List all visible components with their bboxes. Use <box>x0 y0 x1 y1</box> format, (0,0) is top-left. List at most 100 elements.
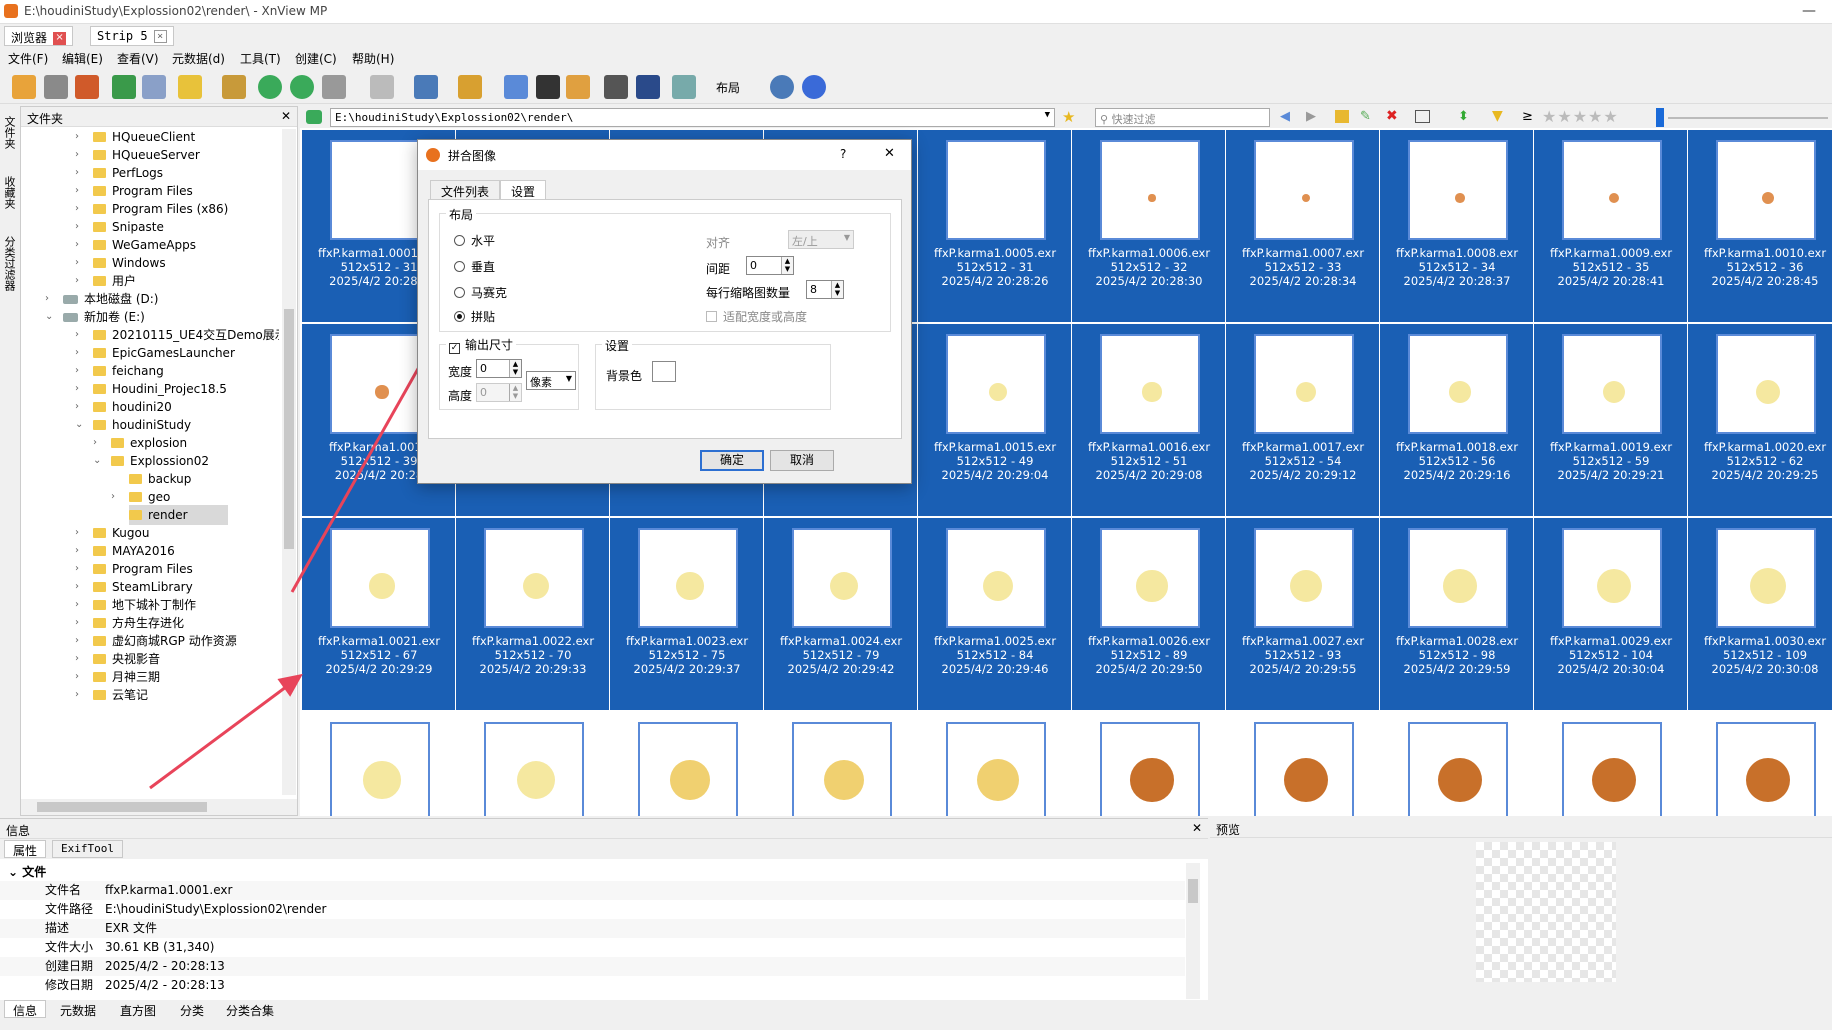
align-select[interactable]: 左/上 ▼ <box>788 230 854 249</box>
compare-icon[interactable] <box>566 75 590 99</box>
tree-item[interactable]: › HQueueClient <box>75 127 195 147</box>
view-mode-icon[interactable] <box>414 75 438 99</box>
bottom-tab-info[interactable]: 信息 <box>4 1000 47 1018</box>
thumbnail-cell[interactable]: ffxP.karma1.0023.exr 512x512 - 75 2025/4/2… <box>610 518 764 711</box>
new-folder-icon[interactable] <box>1335 110 1349 123</box>
info-scrollbar[interactable] <box>1186 863 1200 999</box>
tree-item[interactable]: › 云笔记 <box>75 685 148 705</box>
grid-view-icon[interactable] <box>1415 110 1430 123</box>
tree-item[interactable]: › Snipaste <box>75 217 164 237</box>
thumbnail-cell[interactable] <box>302 712 456 816</box>
binoculars-icon[interactable] <box>536 75 560 99</box>
height-stepper[interactable]: 0 ▲ ▼ <box>476 383 522 402</box>
tab-browser[interactable]: 浏览器 × <box>4 26 74 46</box>
rating-stars-icon[interactable]: ★★★★★ <box>1542 107 1619 126</box>
chevron-right-icon[interactable]: › <box>75 343 79 363</box>
chevron-right-icon[interactable]: › <box>75 181 79 201</box>
capture-icon[interactable] <box>504 75 528 99</box>
chevron-right-icon[interactable]: › <box>75 379 79 399</box>
zoom-slider-handle[interactable] <box>1656 108 1664 127</box>
thumbnail-cell[interactable] <box>1688 712 1832 816</box>
chevron-right-icon[interactable]: › <box>75 271 79 291</box>
minimize-button[interactable]: — <box>1786 0 1832 24</box>
tree-item[interactable]: › 虚幻商城RGP 动作资源 <box>75 631 237 651</box>
stepper-arrows-icon[interactable]: ▲ ▼ <box>509 384 521 401</box>
bottom-tab-category-sets[interactable]: 分类合集 <box>226 1002 274 1019</box>
zoom-slider-track[interactable] <box>1668 117 1828 119</box>
tree-item[interactable]: › MAYA2016 <box>75 541 175 561</box>
sort-order-icon[interactable]: ⬍ <box>1458 109 1469 124</box>
chevron-right-icon[interactable]: › <box>45 289 49 309</box>
thumbnail-cell[interactable]: ffxP.karma1.0006.exr 512x512 - 32 2025/4/2… <box>1072 130 1226 323</box>
close-icon[interactable]: ✕ <box>1192 821 1202 835</box>
ok-button[interactable]: 确定 <box>700 450 764 471</box>
chevron-right-icon[interactable]: › <box>75 577 79 597</box>
bottom-tab-histogram[interactable]: 直方图 <box>120 1002 156 1019</box>
bg-color-swatch[interactable] <box>652 361 676 382</box>
tree-item[interactable]: › WeGameApps <box>75 235 196 255</box>
chevron-right-icon[interactable]: › <box>75 667 79 687</box>
help-button[interactable]: ? <box>840 147 846 161</box>
menu-metadata[interactable]: 元数据(d) <box>172 50 225 67</box>
tree-item[interactable]: backup <box>129 469 191 489</box>
chevron-right-icon[interactable]: › <box>75 145 79 165</box>
rename-icon[interactable]: ✎ <box>1360 109 1371 124</box>
chevron-right-icon[interactable]: › <box>75 595 79 615</box>
thumbnail-cell[interactable]: ffxP.karma1.0015.exr 512x512 - 49 2025/4/2… <box>918 324 1072 517</box>
tree-hscrollbar[interactable] <box>21 799 297 815</box>
thumbnail-cell[interactable] <box>1380 712 1534 816</box>
scrollbar-thumb[interactable] <box>284 309 294 549</box>
tree-item[interactable]: › houdini20 <box>75 397 172 417</box>
sidetab-favorites[interactable]: 收藏夹 <box>3 176 17 209</box>
thumbnail-cell[interactable]: ffxP.karma1.0028.exr 512x512 - 98 2025/4/2… <box>1380 518 1534 711</box>
chevron-right-icon[interactable]: › <box>75 541 79 561</box>
radio-collage[interactable]: 拼贴 <box>454 308 495 325</box>
chevron-down-icon[interactable]: ⌄ <box>75 415 83 435</box>
chevron-right-icon[interactable]: › <box>75 649 79 669</box>
chevron-right-icon[interactable]: › <box>75 559 79 579</box>
sort-icon[interactable] <box>370 75 394 99</box>
quick-filter-input[interactable]: ⚲ 快速过滤 <box>1095 108 1270 127</box>
dialog-close-button[interactable]: ✕ <box>884 146 895 161</box>
thumbnail-cell[interactable] <box>918 712 1072 816</box>
radio-vertical[interactable]: 垂直 <box>454 258 495 275</box>
unit-select[interactable]: 像素 ▼ <box>526 371 576 390</box>
tree-item[interactable]: › 地下城补丁制作 <box>75 595 196 615</box>
thumbnail-cell[interactable]: ffxP.karma1.0005.exr 512x512 - 31 2025/4/2… <box>918 130 1072 323</box>
chevron-right-icon[interactable]: › <box>75 163 79 183</box>
close-icon[interactable]: × <box>153 30 167 43</box>
chevron-right-icon[interactable]: › <box>111 487 115 507</box>
up-arrow-icon[interactable] <box>306 110 322 124</box>
menu-edit[interactable]: 编辑(E) <box>62 50 103 67</box>
hscrollbar-thumb[interactable] <box>37 802 207 812</box>
sidetab-category-filter[interactable]: 分类过滤器 <box>3 236 17 291</box>
settings-gear-icon[interactable] <box>770 75 794 99</box>
chevron-down-icon[interactable]: ▼ <box>1045 110 1050 120</box>
scrollbar-thumb[interactable] <box>1188 879 1198 903</box>
star-icon[interactable]: ★ <box>1062 108 1075 126</box>
spacing-stepper[interactable]: 0 ▲ ▼ <box>746 256 794 275</box>
fit-checkbox[interactable]: 适配宽度或高度 <box>706 308 807 325</box>
tree-item[interactable]: › PerfLogs <box>75 163 163 183</box>
thumbnail-cell[interactable]: ffxP.karma1.0027.exr 512x512 - 93 2025/4/2… <box>1226 518 1380 711</box>
thumbnail-cell[interactable] <box>764 712 918 816</box>
menu-file[interactable]: 文件(F) <box>8 50 48 67</box>
convert-icon[interactable] <box>112 75 136 99</box>
tree-item[interactable]: › 月神三期 <box>75 667 160 687</box>
chevron-right-icon[interactable]: › <box>75 685 79 705</box>
chevron-right-icon[interactable]: › <box>75 523 79 543</box>
tab-exiftool[interactable]: ExifTool <box>52 840 123 858</box>
stepper-arrows-icon[interactable]: ▲ ▼ <box>509 360 521 377</box>
thumbnail-cell[interactable]: ffxP.karma1.0010.exr 512x512 - 36 2025/4/2… <box>1688 130 1832 323</box>
thumbnail-cell[interactable]: ffxP.karma1.0022.exr 512x512 - 70 2025/4/2… <box>456 518 610 711</box>
thumbnail-cell[interactable]: ffxP.karma1.0008.exr 512x512 - 34 2025/4/2… <box>1380 130 1534 323</box>
chevron-right-icon[interactable]: › <box>75 397 79 417</box>
thumbnail-cell[interactable]: ffxP.karma1.0029.exr 512x512 - 104 2025/4/… <box>1534 518 1688 711</box>
home-icon[interactable] <box>12 75 36 99</box>
thumbnail-cell[interactable] <box>456 712 610 816</box>
per-row-stepper[interactable]: 8 ▲ ▼ <box>806 280 844 299</box>
help-icon[interactable] <box>802 75 826 99</box>
tree-item[interactable]: › HQueueServer <box>75 145 200 165</box>
thumbnail-cell[interactable] <box>1072 712 1226 816</box>
tree-item[interactable]: › Program Files <box>75 559 193 579</box>
